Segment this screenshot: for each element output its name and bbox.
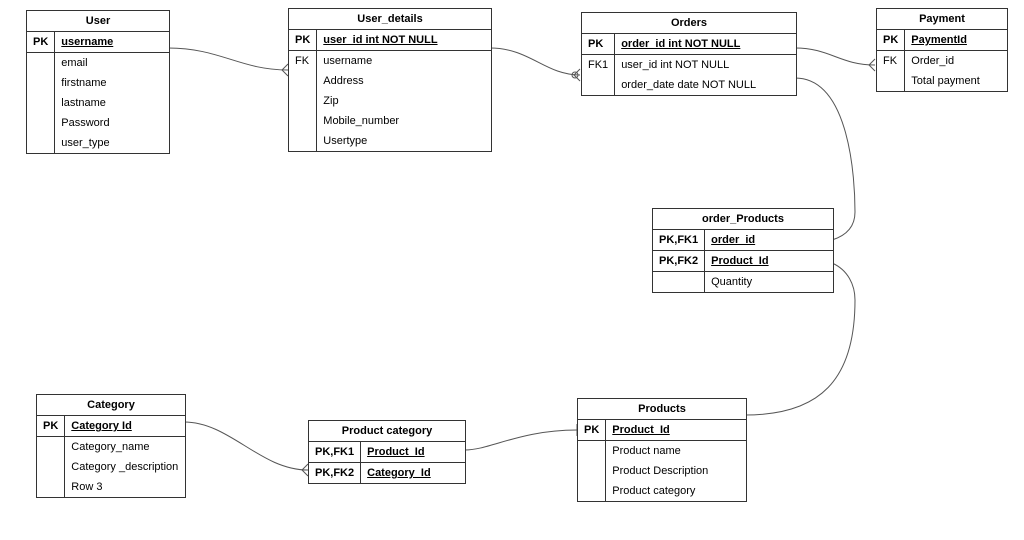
field: Product Description (606, 461, 746, 481)
field: Quantity (705, 272, 833, 293)
entity-title: Products (578, 399, 746, 420)
field: Order_id (905, 51, 1007, 72)
field: Product_Id (705, 251, 833, 272)
entity-title: Orders (582, 13, 796, 34)
field: Mobile_number (317, 111, 491, 131)
field: order_date date NOT NULL (615, 75, 796, 95)
field: Product category (606, 481, 746, 501)
field: Total payment (905, 71, 1007, 91)
entity-products: Products PK Product_Id Product name Prod… (577, 398, 747, 502)
field: lastname (55, 93, 169, 113)
field: order_id int NOT NULL (615, 34, 796, 55)
entity-title: Category (37, 395, 185, 416)
field: Product_Id (606, 420, 746, 441)
field: firstname (55, 73, 169, 93)
field: user_type (55, 133, 169, 153)
field: Category_Id (361, 463, 465, 484)
field: username (317, 51, 491, 72)
entity-title: Product category (309, 421, 465, 442)
field: email (55, 53, 169, 74)
entity-title: Payment (877, 9, 1007, 30)
entity-user-details: User_details PK user_id int NOT NULL FK … (288, 8, 492, 152)
field: user_id int NOT NULL (317, 30, 491, 51)
entity-user: User PK username email firstname lastnam… (26, 10, 170, 154)
field: Address (317, 71, 491, 91)
field: Zip (317, 91, 491, 111)
field: Row 3 (65, 477, 185, 497)
field: PaymentId (905, 30, 1007, 51)
entity-order-products: order_Products PK,FK1 order_id PK,FK2 Pr… (652, 208, 834, 293)
entity-orders: Orders PK order_id int NOT NULL FK1 user… (581, 12, 797, 96)
field: Usertype (317, 131, 491, 151)
field: Password (55, 113, 169, 133)
field: Product name (606, 441, 746, 462)
field: username (55, 32, 169, 53)
entity-title: order_Products (653, 209, 833, 230)
field: Category _description (65, 457, 185, 477)
field: user_id int NOT NULL (615, 55, 796, 76)
field: Category_name (65, 437, 185, 458)
entity-product-category: Product category PK,FK1 Product_Id PK,FK… (308, 420, 466, 484)
entity-category: Category PK Category Id Category_name Ca… (36, 394, 186, 498)
entity-title: User (27, 11, 169, 32)
field: Category Id (65, 416, 185, 437)
er-diagram-canvas: User PK username email firstname lastnam… (0, 0, 1024, 540)
entity-payment: Payment PK PaymentId FK Order_id Total p… (876, 8, 1008, 92)
field: order_id (705, 230, 833, 251)
field: Product_Id (361, 442, 465, 463)
entity-title: User_details (289, 9, 491, 30)
